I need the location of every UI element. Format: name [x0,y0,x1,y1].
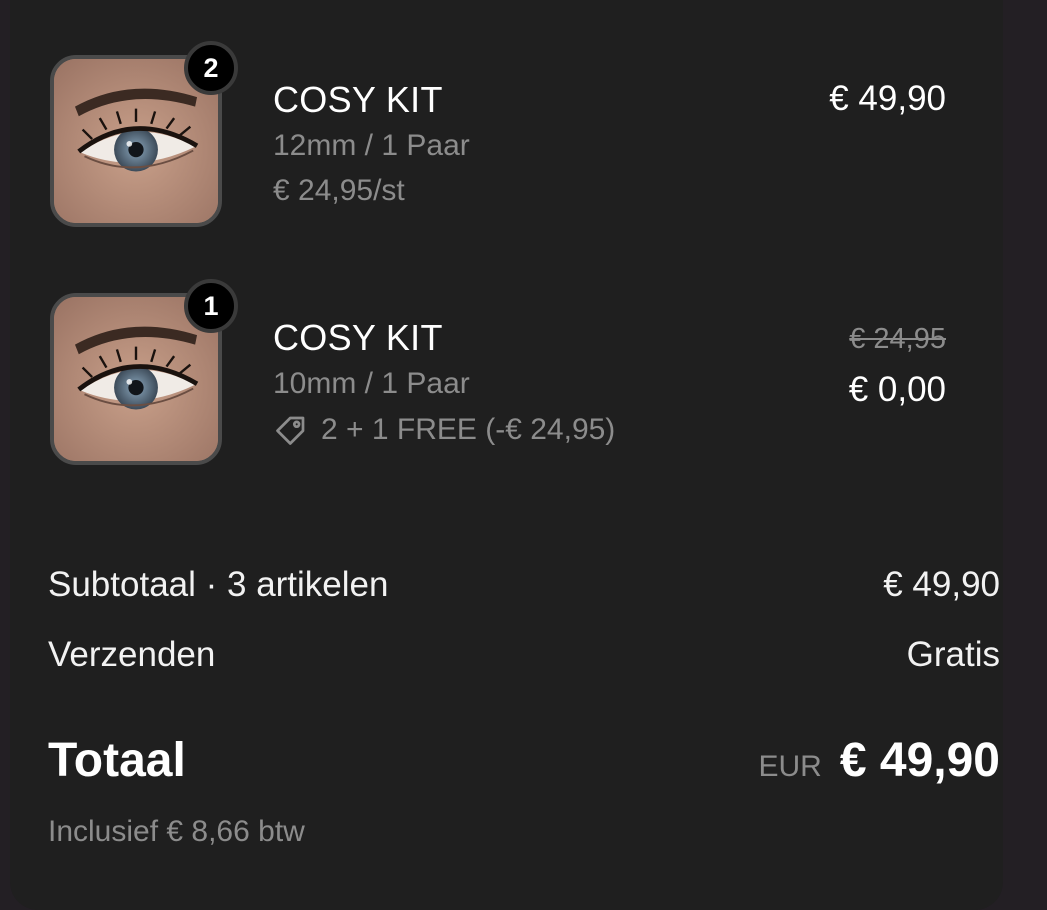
total-amount: EUR € 49,90 [759,733,1001,788]
original-price: € 24,95 [849,323,946,355]
unit-price: € 24,95/st [273,174,405,207]
currency-code: EUR [758,750,822,783]
quantity-badge: 2 [184,41,238,95]
product-name: COSY KIT [273,317,443,358]
line-price: € 49,90 [829,79,946,118]
product-variant: 10mm / 1 Paar [273,367,470,400]
shipping-label: Verzenden [48,635,216,674]
subtotal-value: € 49,90 [883,565,1000,604]
line-price: € 0,00 [848,370,946,409]
cart-line-item: 1 COSY KIT 10mm / 1 Paar 2 + 1 FREE (-€ … [0,279,993,493]
product-name: COSY KIT [273,79,443,120]
shipping-value: Gratis [906,635,1000,674]
quantity-badge: 1 [184,279,238,333]
promo-label: 2 + 1 FREE (-€ 24,95) [321,413,616,446]
subtotal-label: Subtotaal · 3 artikelen [48,565,389,604]
product-variant: 12mm / 1 Paar [273,129,470,162]
total-label: Totaal [48,734,186,787]
cart-line-item: 2 COSY KIT 12mm / 1 Paar € 24,95/st € 49… [0,41,993,255]
tax-note: Inclusief € 8,66 btw [48,815,305,848]
total-value: € 49,90 [839,734,1000,787]
promo-discount: 2 + 1 FREE (-€ 24,95) [273,412,615,448]
tag-icon [273,412,309,448]
